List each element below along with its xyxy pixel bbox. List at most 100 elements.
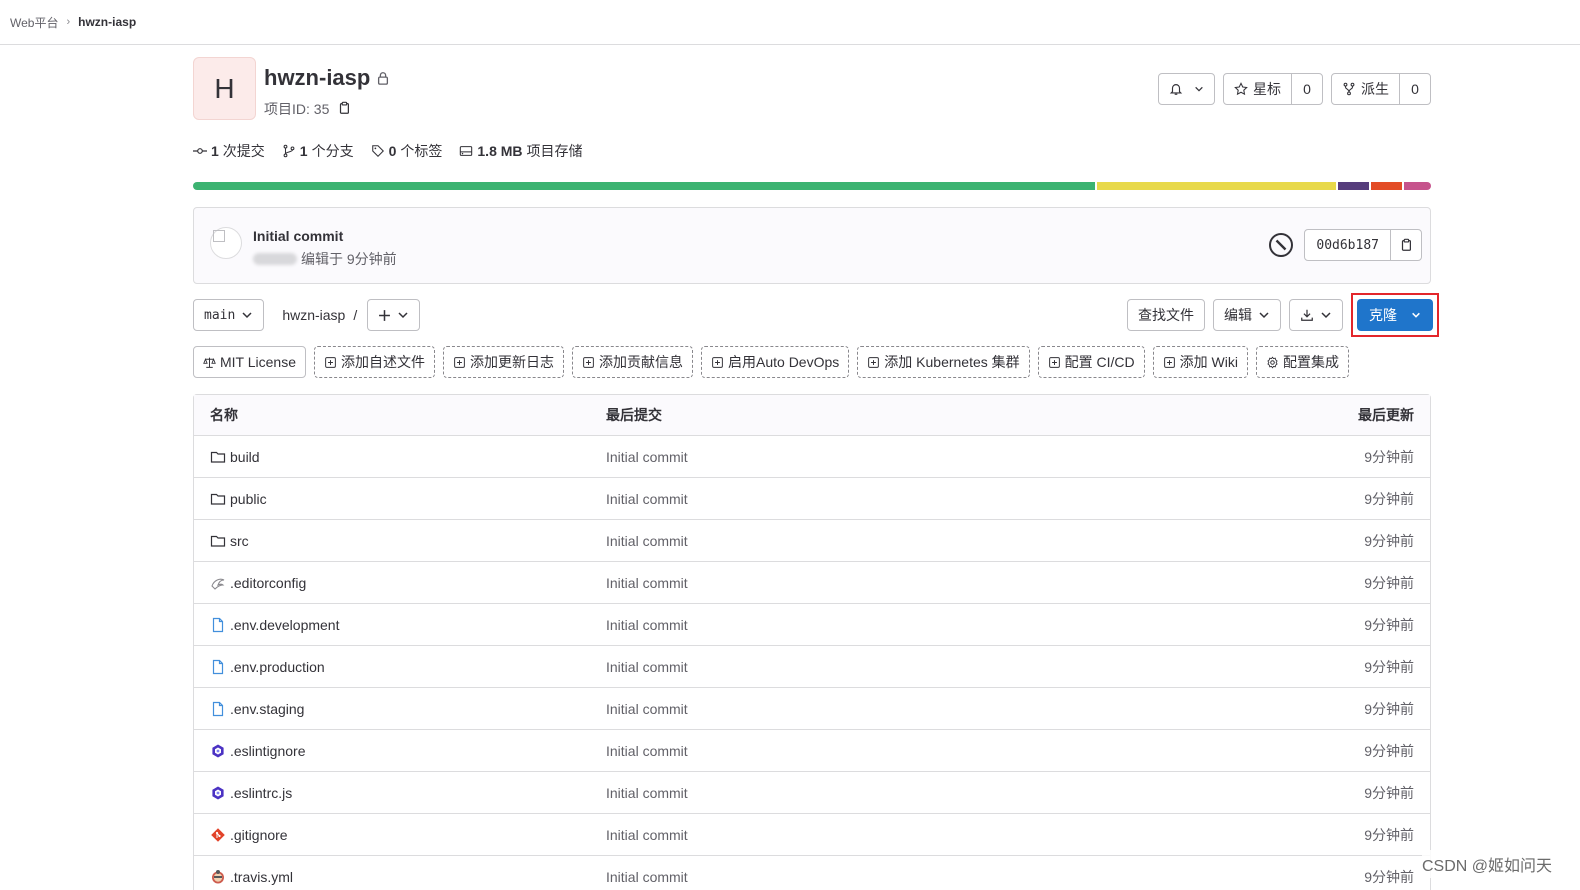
copy-sha-button[interactable]	[1390, 230, 1421, 260]
file-name-cell[interactable]: .env.production	[194, 659, 606, 675]
file-last-commit[interactable]: Initial commit	[606, 785, 1210, 801]
file-last-commit[interactable]: Initial commit	[606, 869, 1210, 885]
copy-icon[interactable]	[337, 101, 351, 118]
stat-branches[interactable]: 1 个分支	[282, 141, 354, 161]
file-name[interactable]: .eslintignore	[230, 743, 306, 759]
fork-button[interactable]: 派生	[1332, 74, 1399, 104]
quick-link-3[interactable]: 添加贡献信息	[572, 346, 693, 378]
file-name-cell[interactable]: public	[194, 491, 606, 507]
file-name-cell[interactable]: src	[194, 533, 606, 549]
repository-language-bar[interactable]	[193, 182, 1431, 190]
file-name-cell[interactable]: .editorconfig	[194, 575, 606, 591]
author-name-redacted[interactable]	[253, 253, 297, 265]
file-name[interactable]: public	[230, 491, 267, 507]
clone-button[interactable]: 克隆	[1357, 299, 1433, 331]
file-name-cell[interactable]: .env.staging	[194, 701, 606, 717]
file-last-commit[interactable]: Initial commit	[606, 617, 1210, 633]
project-quick-links: MIT License 添加自述文件 添加更新日志 添加贡献信息 启用Auto DevO…	[193, 346, 1431, 378]
tag-icon	[371, 145, 384, 157]
quick-link-0[interactable]: MIT License	[193, 346, 306, 378]
quick-link-label: 添加 Kubernetes 集群	[884, 354, 1020, 370]
commit-sha[interactable]: 00d6b187	[1305, 230, 1390, 260]
chevron-right-icon: ›	[66, 16, 71, 28]
eslint-icon	[210, 785, 226, 801]
file-last-commit[interactable]: Initial commit	[606, 743, 1210, 759]
table-row[interactable]: .eslintignore Initial commit 9分钟前	[194, 730, 1430, 772]
quick-link-6[interactable]: 配置 CI/CD	[1037, 346, 1145, 378]
table-row[interactable]: .travis.yml Initial commit 9分钟前	[194, 856, 1430, 890]
file-name-cell[interactable]: .gitignore	[194, 827, 606, 843]
file-name[interactable]: src	[230, 533, 249, 549]
file-name-cell[interactable]: .travis.yml	[194, 869, 606, 885]
stat-commits[interactable]: 1 次提交	[193, 141, 265, 161]
repo-path-root[interactable]: hwzn-iasp	[282, 307, 345, 323]
file-last-commit[interactable]: Initial commit	[606, 449, 1210, 465]
download-dropdown[interactable]	[1289, 299, 1343, 331]
file-last-commit[interactable]: Initial commit	[606, 659, 1210, 675]
file-name[interactable]: .env.staging	[230, 701, 304, 717]
file-last-update: 9分钟前	[1364, 784, 1414, 801]
breadcrumb: Web平台 › hwzn-iasp	[0, 0, 1580, 45]
stat-storage[interactable]: 1.8 MB 项目存储	[459, 141, 583, 161]
file-name[interactable]: .editorconfig	[230, 575, 306, 591]
file-last-commit[interactable]: Initial commit	[606, 533, 1210, 549]
quick-link-label: 添加贡献信息	[599, 354, 683, 370]
quick-link-8[interactable]: 配置集成	[1255, 346, 1349, 378]
table-row[interactable]: .env.development Initial commit 9分钟前	[194, 604, 1430, 646]
file-name-cell[interactable]: .env.development	[194, 617, 606, 633]
file-last-commit[interactable]: Initial commit	[606, 827, 1210, 843]
add-to-tree-dropdown[interactable]	[367, 299, 421, 331]
file-last-commit[interactable]: Initial commit	[606, 575, 1210, 591]
table-row[interactable]: build Initial commit 9分钟前	[194, 436, 1430, 478]
quick-link-7[interactable]: 添加 Wiki	[1152, 346, 1248, 378]
file-name-cell[interactable]: .eslintignore	[194, 743, 606, 759]
table-row[interactable]: .env.production Initial commit 9分钟前	[194, 646, 1430, 688]
commit-title-link[interactable]: Initial commit	[253, 228, 343, 244]
file-last-update: 9分钟前	[1364, 490, 1414, 507]
file-last-commit[interactable]: Initial commit	[606, 491, 1210, 507]
file-name[interactable]: .gitignore	[230, 827, 288, 843]
table-row[interactable]: .gitignore Initial commit 9分钟前	[194, 814, 1430, 856]
quick-link-1[interactable]: 添加自述文件	[314, 346, 435, 378]
plus-icon	[379, 309, 391, 321]
file-name[interactable]: .travis.yml	[230, 869, 293, 885]
file-name[interactable]: build	[230, 449, 260, 465]
table-row[interactable]: public Initial commit 9分钟前	[194, 478, 1430, 520]
chevron-down-icon	[1321, 312, 1331, 319]
language-segment[interactable]	[1338, 182, 1370, 190]
table-row[interactable]: .editorconfig Initial commit 9分钟前	[194, 562, 1430, 604]
quick-link-2[interactable]: 添加更新日志	[443, 346, 564, 378]
find-file-button[interactable]: 查找文件	[1127, 299, 1205, 331]
table-row[interactable]: .env.staging Initial commit 9分钟前	[194, 688, 1430, 730]
breadcrumb-group-link[interactable]: Web平台	[10, 14, 58, 31]
language-segment[interactable]	[1371, 182, 1402, 190]
breadcrumb-project-link[interactable]: hwzn-iasp	[78, 15, 136, 29]
quick-link-4[interactable]: 启用Auto DevOps	[701, 346, 850, 378]
language-segment[interactable]	[193, 182, 1095, 190]
notification-dropdown[interactable]	[1158, 73, 1215, 105]
settings-icon	[1266, 355, 1279, 369]
star-count[interactable]: 0	[1291, 74, 1322, 104]
table-row[interactable]: .eslintrc.js Initial commit 9分钟前	[194, 772, 1430, 814]
folder-icon	[210, 449, 226, 465]
branch-selector[interactable]: main	[193, 299, 265, 331]
quick-link-5[interactable]: 添加 Kubernetes 集群	[857, 346, 1030, 378]
file-name[interactable]: .env.development	[230, 617, 339, 633]
project-title: hwzn-iasp	[264, 65, 371, 90]
file-name[interactable]: .eslintrc.js	[230, 785, 292, 801]
language-segment[interactable]	[1096, 182, 1337, 190]
commit-meta: 编辑于 9分钟前	[301, 251, 397, 267]
pipeline-canceled-icon[interactable]	[1268, 232, 1294, 258]
file-name-cell[interactable]: .eslintrc.js	[194, 785, 606, 801]
fork-count[interactable]: 0	[1399, 74, 1430, 104]
file-name[interactable]: .env.production	[230, 659, 325, 675]
language-segment[interactable]	[1403, 182, 1431, 190]
avatar[interactable]	[210, 227, 242, 259]
table-row[interactable]: src Initial commit 9分钟前	[194, 520, 1430, 562]
stat-tags[interactable]: 0 个标签	[371, 141, 442, 161]
quick-link-label: 添加 Wiki	[1179, 354, 1238, 370]
edit-dropdown[interactable]: 编辑	[1213, 299, 1281, 331]
star-button[interactable]: 星标	[1224, 74, 1291, 104]
file-last-commit[interactable]: Initial commit	[606, 701, 1210, 717]
file-name-cell[interactable]: build	[194, 449, 606, 465]
